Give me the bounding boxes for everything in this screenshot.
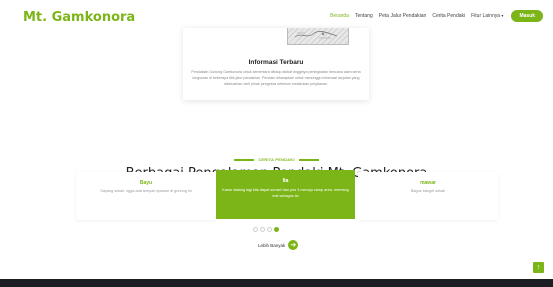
carousel-pagination xyxy=(253,227,279,232)
chevron-down-icon: ▾ xyxy=(501,13,504,18)
testimonial-text: Bagus banget sekali xyxy=(410,189,446,193)
testimonial-card-active[interactable]: Ita Kamu datang lagi kita dapat sunset d… xyxy=(216,170,355,219)
back-to-top-button[interactable]: ↑ xyxy=(533,262,544,273)
kicker-line-left xyxy=(234,158,255,161)
arrow-up-icon: ↑ xyxy=(536,264,541,271)
section-kicker: CERITA PENDAKI xyxy=(0,157,553,162)
login-button[interactable]: Masuk xyxy=(511,10,543,22)
kicker-label: CERITA PENDAKI xyxy=(258,157,295,162)
testimonial-card[interactable]: mawar Bagus banget sekali xyxy=(358,172,498,220)
testimonial-author: Ita xyxy=(282,178,289,184)
latest-info-card: Informasi Terbaru Pendakian Gunung Gamko… xyxy=(183,28,369,100)
brand-logo[interactable]: Mt. Gamkonora xyxy=(23,10,135,25)
pagination-dot[interactable] xyxy=(253,227,258,232)
info-title: Informasi Terbaru xyxy=(248,59,304,66)
menu-item-fitur-lainnya[interactable]: Fitur Lainnya ▾ xyxy=(471,13,503,19)
info-body: Pendakian Gunung Gamkonora untuk sementa… xyxy=(191,70,361,86)
map-sketch-icon xyxy=(294,30,338,39)
menu-item-beranda[interactable]: Beranda xyxy=(330,13,349,19)
testimonial-text: Kamu datang lagi kita dapat sunset dan p… xyxy=(222,188,349,198)
pagination-dot[interactable] xyxy=(260,227,265,232)
testimonial-text: Sayang sekali, ngga ada tempat nyaman di… xyxy=(100,189,192,193)
kicker-line-right xyxy=(298,158,319,161)
arrow-right-icon: ➜ xyxy=(288,240,299,250)
footer-bar xyxy=(0,279,553,287)
menu-item-tentang[interactable]: Tentang xyxy=(355,13,373,19)
menu-item-cerita-pendaki[interactable]: Cerita Pendaki xyxy=(432,13,465,19)
menu-item-peta-jalur[interactable]: Peta Jalur Pendakian xyxy=(379,13,427,19)
more-stories-label: Lebih Banyak xyxy=(258,242,286,248)
testimonial-card[interactable]: Bayu Sayang sekali, ngga ada tempat nyam… xyxy=(76,172,216,220)
testimonial-author: Bayu xyxy=(139,180,153,186)
pagination-dot[interactable] xyxy=(267,227,272,232)
pagination-dot-active[interactable] xyxy=(274,227,279,232)
menu-item-fitur-label: Fitur Lainnya xyxy=(471,13,501,19)
more-stories-link[interactable]: Lebih Banyak ➜ xyxy=(258,240,299,250)
testimonial-author: mawar xyxy=(420,180,436,186)
trail-map-image xyxy=(287,28,349,45)
main-menu: Beranda Tentang Peta Jalur Pendakian Cer… xyxy=(330,10,543,22)
